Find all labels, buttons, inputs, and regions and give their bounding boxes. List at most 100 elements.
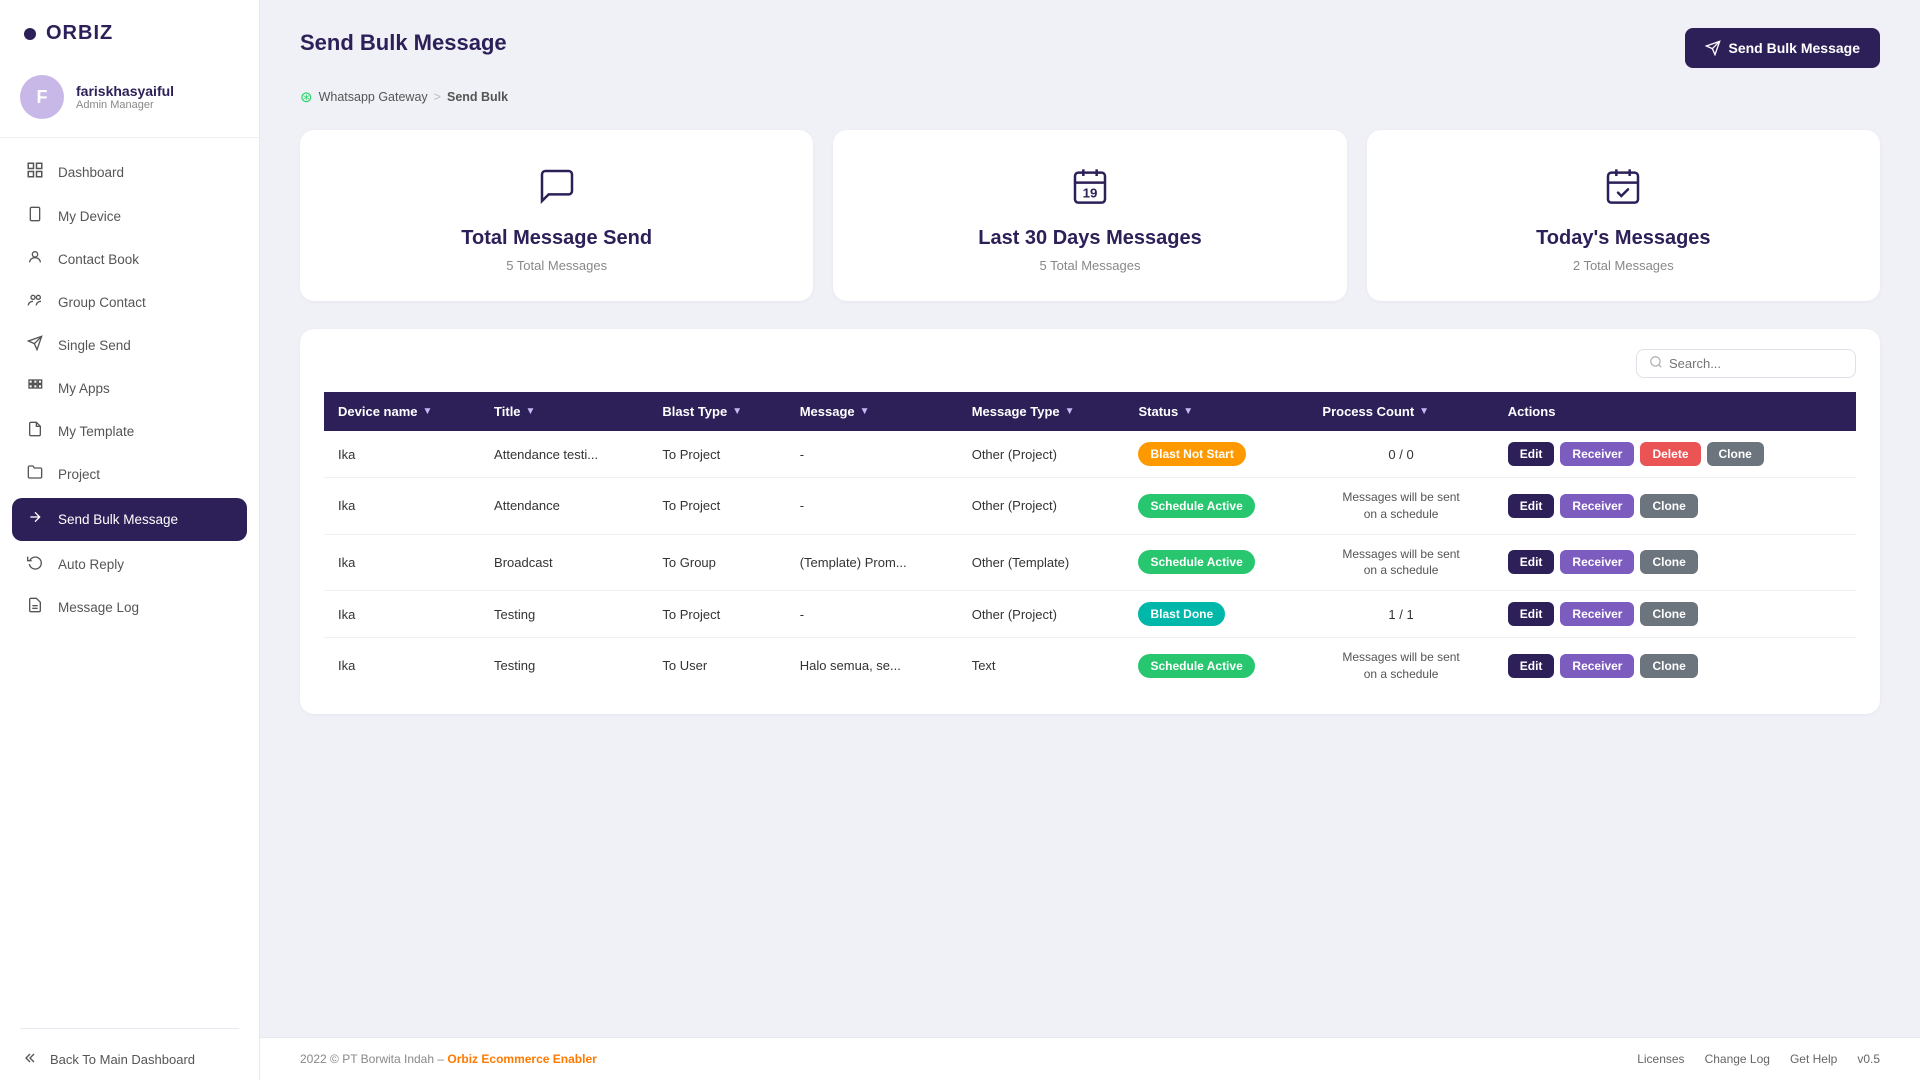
sidebar-item-label: Single Send: [58, 338, 131, 353]
action-buttons: Edit Receiver Delete Clone: [1508, 442, 1842, 466]
action-buttons: Edit Receiver Clone: [1508, 550, 1842, 574]
blast-type-cell: To Project: [648, 431, 785, 478]
device-cell: Ika: [324, 591, 480, 638]
receiver-button[interactable]: Receiver: [1560, 654, 1634, 678]
clone-button[interactable]: Clone: [1640, 550, 1697, 574]
table-row: Ika Broadcast To Group (Template) Prom..…: [324, 534, 1856, 591]
main-content: Send Bulk Message Send Bulk Message ⊛ Wh…: [260, 0, 1920, 1080]
footer-gethelp[interactable]: Get Help: [1790, 1052, 1837, 1066]
contact-icon: [24, 249, 46, 270]
search-input[interactable]: [1669, 356, 1843, 371]
table-toolbar: [324, 349, 1856, 378]
edit-button[interactable]: Edit: [1508, 550, 1555, 574]
sidebar-item-label: Auto Reply: [58, 557, 124, 572]
message-cell: -: [786, 478, 958, 535]
process-count-cell: Messages will be senton a schedule: [1308, 534, 1493, 591]
actions-cell: Edit Receiver Clone: [1494, 638, 1856, 694]
device-cell: Ika: [324, 431, 480, 478]
sidebar-item-my-template[interactable]: My Template: [0, 410, 259, 453]
sidebar-item-my-device[interactable]: My Device: [0, 195, 259, 238]
delete-button[interactable]: Delete: [1640, 442, 1700, 466]
blast-type-cell: To Group: [648, 534, 785, 591]
message-type-cell: Other (Project): [958, 431, 1125, 478]
message-cell: -: [786, 591, 958, 638]
topbar: Send Bulk Message Send Bulk Message ⊛ Wh…: [260, 0, 1920, 130]
page-title: Send Bulk Message: [300, 30, 507, 56]
table-row: Ika Attendance To Project - Other (Proje…: [324, 478, 1856, 535]
sidebar-item-label: Group Contact: [58, 295, 146, 310]
back-to-dashboard[interactable]: Back To Main Dashboard: [0, 1039, 259, 1080]
col-device: Device name ▼: [324, 392, 480, 431]
footer-right: Licenses Change Log Get Help v0.5: [1637, 1052, 1880, 1066]
blast-type-cell: To User: [648, 638, 785, 694]
stat-last30-sub: 5 Total Messages: [1040, 258, 1141, 273]
sidebar-item-project[interactable]: Project: [0, 453, 259, 496]
receiver-button[interactable]: Receiver: [1560, 550, 1634, 574]
title-cell: Testing: [480, 591, 648, 638]
edit-button[interactable]: Edit: [1508, 442, 1555, 466]
title-cell: Attendance testi...: [480, 431, 648, 478]
status-badge: Blast Done: [1138, 602, 1225, 626]
message-type-cell: Other (Project): [958, 478, 1125, 535]
edit-button[interactable]: Edit: [1508, 602, 1555, 626]
sidebar-item-single-send[interactable]: Single Send: [0, 324, 259, 367]
send-bulk-message-button[interactable]: Send Bulk Message: [1685, 28, 1881, 68]
table-row: Ika Attendance testi... To Project - Oth…: [324, 431, 1856, 478]
stat-total-title: Total Message Send: [461, 227, 652, 250]
col-status: Status ▼: [1124, 392, 1308, 431]
stat-last30: 19 Last 30 Days Messages 5 Total Message…: [833, 130, 1346, 301]
receiver-button[interactable]: Receiver: [1560, 442, 1634, 466]
sidebar-item-message-log[interactable]: Message Log: [0, 586, 259, 629]
blast-type-cell: To Project: [648, 591, 785, 638]
clone-button[interactable]: Clone: [1640, 494, 1697, 518]
message-cell: (Template) Prom...: [786, 534, 958, 591]
today-icon: [1603, 166, 1643, 215]
sidebar-divider: [20, 1028, 239, 1029]
sidebar-item-contact-book[interactable]: Contact Book: [0, 238, 259, 281]
actions-cell: Edit Receiver Clone: [1494, 591, 1856, 638]
receiver-button[interactable]: Receiver: [1560, 602, 1634, 626]
clone-button[interactable]: Clone: [1640, 602, 1697, 626]
table-row: Ika Testing To Project - Other (Project)…: [324, 591, 1856, 638]
sidebar-item-dashboard[interactable]: Dashboard: [0, 150, 259, 195]
log-icon: [24, 597, 46, 618]
sidebar-item-auto-reply[interactable]: Auto Reply: [0, 543, 259, 586]
action-buttons: Edit Receiver Clone: [1508, 494, 1842, 518]
filter-icon: ▼: [526, 406, 536, 417]
clone-button[interactable]: Clone: [1707, 442, 1764, 466]
title-cell: Broadcast: [480, 534, 648, 591]
action-buttons: Edit Receiver Clone: [1508, 654, 1842, 678]
svg-text:19: 19: [1083, 186, 1098, 201]
receiver-button[interactable]: Receiver: [1560, 494, 1634, 518]
avatar: F: [20, 75, 64, 119]
device-cell: Ika: [324, 534, 480, 591]
stat-last30-title: Last 30 Days Messages: [978, 227, 1201, 250]
back-icon: [24, 1050, 40, 1069]
sidebar-item-group-contact[interactable]: Group Contact: [0, 281, 259, 324]
clone-button[interactable]: Clone: [1640, 654, 1697, 678]
logo: ORBIZ: [0, 0, 259, 63]
title-cell: Testing: [480, 638, 648, 694]
footer-changelog[interactable]: Change Log: [1705, 1052, 1770, 1066]
footer-brand-link[interactable]: Orbiz Ecommerce Enabler: [447, 1052, 596, 1066]
actions-cell: Edit Receiver Delete Clone: [1494, 431, 1856, 478]
blast-type-cell: To Project: [648, 478, 785, 535]
stat-total: Total Message Send 5 Total Messages: [300, 130, 813, 301]
footer-licenses[interactable]: Licenses: [1637, 1052, 1684, 1066]
message-cell: -: [786, 431, 958, 478]
message-type-cell: Text: [958, 638, 1125, 694]
apps-icon: [24, 378, 46, 399]
filter-icon: ▼: [1419, 406, 1429, 417]
edit-button[interactable]: Edit: [1508, 654, 1555, 678]
sidebar-item-send-bulk-message[interactable]: Send Bulk Message: [12, 498, 247, 541]
breadcrumb-link[interactable]: Whatsapp Gateway: [319, 90, 428, 104]
footer: 2022 © PT Borwita Indah – Orbiz Ecommerc…: [260, 1037, 1920, 1080]
device-icon: [24, 206, 46, 227]
auto-reply-icon: [24, 554, 46, 575]
sidebar-item-my-apps[interactable]: My Apps: [0, 367, 259, 410]
message-type-cell: Other (Template): [958, 534, 1125, 591]
stat-today-title: Today's Messages: [1536, 227, 1710, 250]
status-badge: Schedule Active: [1138, 654, 1254, 678]
edit-button[interactable]: Edit: [1508, 494, 1555, 518]
content-area: Total Message Send 5 Total Messages 19 L…: [260, 130, 1920, 1037]
